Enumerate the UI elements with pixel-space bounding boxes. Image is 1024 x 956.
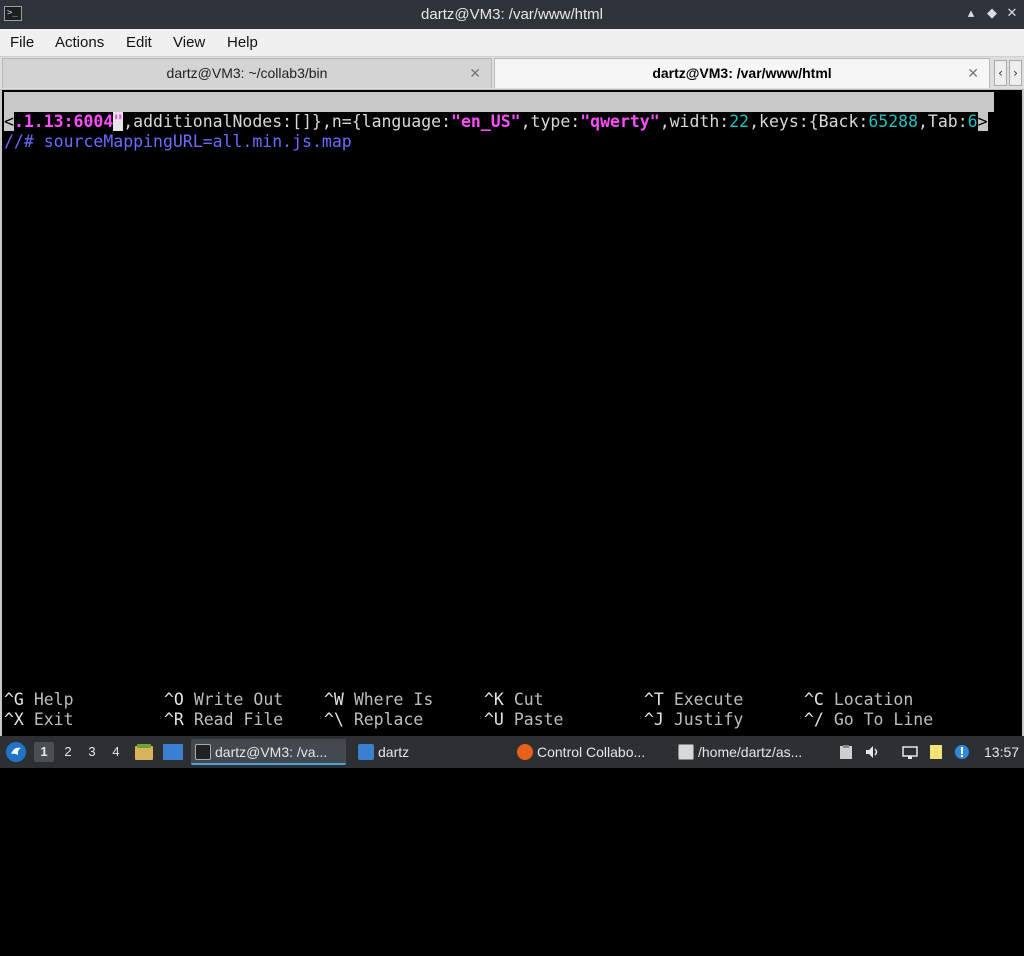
code-number: 22 (729, 112, 750, 131)
nano-filename: all.min.js * (474, 132, 594, 151)
workspace-3[interactable]: 3 (82, 742, 102, 762)
window-titlebar: >_ dartz@VM3: /var/www/html ▴ ◆ ✕ (0, 0, 1024, 29)
nano-header-bar: GNU nano 6.2 all.min.js * (4, 92, 994, 151)
tab-collab3-bin[interactable]: dartz@VM3: ~/collab3/bin ✕ (2, 58, 492, 88)
menu-view[interactable]: View (173, 34, 205, 51)
tab-scroll-right-icon[interactable]: › (1009, 60, 1022, 86)
code-line[interactable]: <.1.13:6004",additionalNodes:[]},n={lang… (4, 112, 994, 132)
shortcut-justify: ^J Justify (644, 710, 744, 729)
shortcut-cut: ^K Cut (484, 690, 544, 709)
network-icon[interactable] (902, 744, 918, 760)
shortcut-execute: ^T Execute (644, 690, 744, 709)
scroll-marker-left: < (4, 112, 14, 131)
code-comment-line[interactable]: //# sourceMappingURL=all.min.js.map (4, 132, 352, 152)
menu-actions[interactable]: Actions (55, 34, 104, 51)
terminal-area[interactable]: GNU nano 6.2 all.min.js * <.1.13:6004",a… (0, 90, 1024, 736)
shortcut-exit: ^X Exit (4, 710, 74, 729)
taskbar-item-label: dartz@VM3: /va... (215, 744, 328, 760)
code-text: ,type: (520, 112, 581, 131)
taskbar: 1 2 3 4 dartz@VM3: /va... dartz Control … (0, 736, 1024, 768)
shortcut-paste: ^U Paste (484, 710, 564, 729)
menu-help[interactable]: Help (227, 34, 258, 51)
code-number: 65288 (868, 112, 918, 131)
folder-icon (358, 744, 374, 760)
shortcut-where-is: ^W Where Is (324, 690, 434, 709)
text-cursor: " (113, 112, 124, 131)
menu-bar: File Actions Edit View Help (0, 29, 1024, 57)
tab-label: dartz@VM3: /var/www/html (652, 65, 832, 81)
workspace-2[interactable]: 2 (58, 742, 78, 762)
start-menu-icon[interactable] (5, 741, 27, 763)
tab-bar: dartz@VM3: ~/collab3/bin ✕ dartz@VM3: /v… (0, 57, 1024, 90)
terminal-icon (195, 744, 211, 760)
code-string: "qwerty" (580, 112, 660, 131)
taskbar-item-text-editor[interactable]: /home/dartz/as... (674, 739, 826, 765)
workspace-4[interactable]: 4 (106, 742, 126, 762)
clock[interactable]: 13:57 (984, 736, 1019, 768)
firefox-icon (517, 744, 533, 760)
shortcut-location: ^C Location (804, 690, 914, 709)
shortcut-go-to-line: ^/ Go To Line (804, 710, 934, 729)
volume-icon[interactable] (864, 744, 880, 760)
code-string: "en_US" (451, 112, 521, 131)
code-text: ,additionalNodes:[]},n={language: (123, 112, 452, 131)
update-notification-icon[interactable] (954, 744, 970, 760)
nano-shortcut-bar: ^G Help ^X Exit ^O Write Out ^R Read Fil… (4, 690, 1014, 730)
scroll-marker-right: > (977, 112, 988, 131)
taskbar-item-terminal[interactable]: dartz@VM3: /va... (191, 739, 346, 765)
text-editor-icon (678, 744, 694, 760)
tab-var-www-html[interactable]: dartz@VM3: /var/www/html ✕ (494, 58, 990, 88)
menu-file[interactable]: File (10, 34, 34, 51)
code-string: .1.13:6004 (13, 112, 114, 131)
notes-icon[interactable] (928, 744, 944, 760)
show-desktop-icon[interactable] (162, 743, 184, 761)
tab-close-icon[interactable]: ✕ (469, 59, 481, 88)
code-text: ,keys:{Back: (749, 112, 869, 131)
taskbar-item-label: dartz (378, 744, 410, 760)
shortcut-help: ^G Help (4, 690, 74, 709)
tab-label: dartz@VM3: ~/collab3/bin (166, 65, 328, 81)
code-number: 6 (967, 112, 978, 131)
workspace-1[interactable]: 1 (34, 742, 54, 762)
code-text: ,Tab: (918, 112, 968, 131)
maximize-icon[interactable]: ◆ (983, 5, 1001, 23)
shortcut-replace: ^\ Replace (324, 710, 424, 729)
tab-close-icon[interactable]: ✕ (967, 59, 979, 88)
taskbar-item-firefox[interactable]: Control Collabo... (513, 739, 665, 765)
shortcut-write-out: ^O Write Out (164, 690, 284, 709)
taskbar-item-label: /home/dartz/as... (698, 744, 803, 760)
code-text: ,width: (659, 112, 730, 131)
shortcut-read-file: ^R Read File (164, 710, 284, 729)
menu-edit[interactable]: Edit (126, 34, 152, 51)
file-manager-launcher-icon[interactable] (134, 743, 154, 761)
clipboard-icon[interactable] (838, 744, 854, 760)
taskbar-item-folder[interactable]: dartz (354, 739, 504, 765)
taskbar-item-label: Control Collabo... (537, 744, 646, 760)
minimize-icon[interactable]: ▴ (962, 5, 980, 23)
window-title: dartz@VM3: /var/www/html (421, 6, 603, 23)
tab-scroll-left-icon[interactable]: ‹ (994, 60, 1007, 86)
close-icon[interactable]: ✕ (1003, 5, 1021, 23)
